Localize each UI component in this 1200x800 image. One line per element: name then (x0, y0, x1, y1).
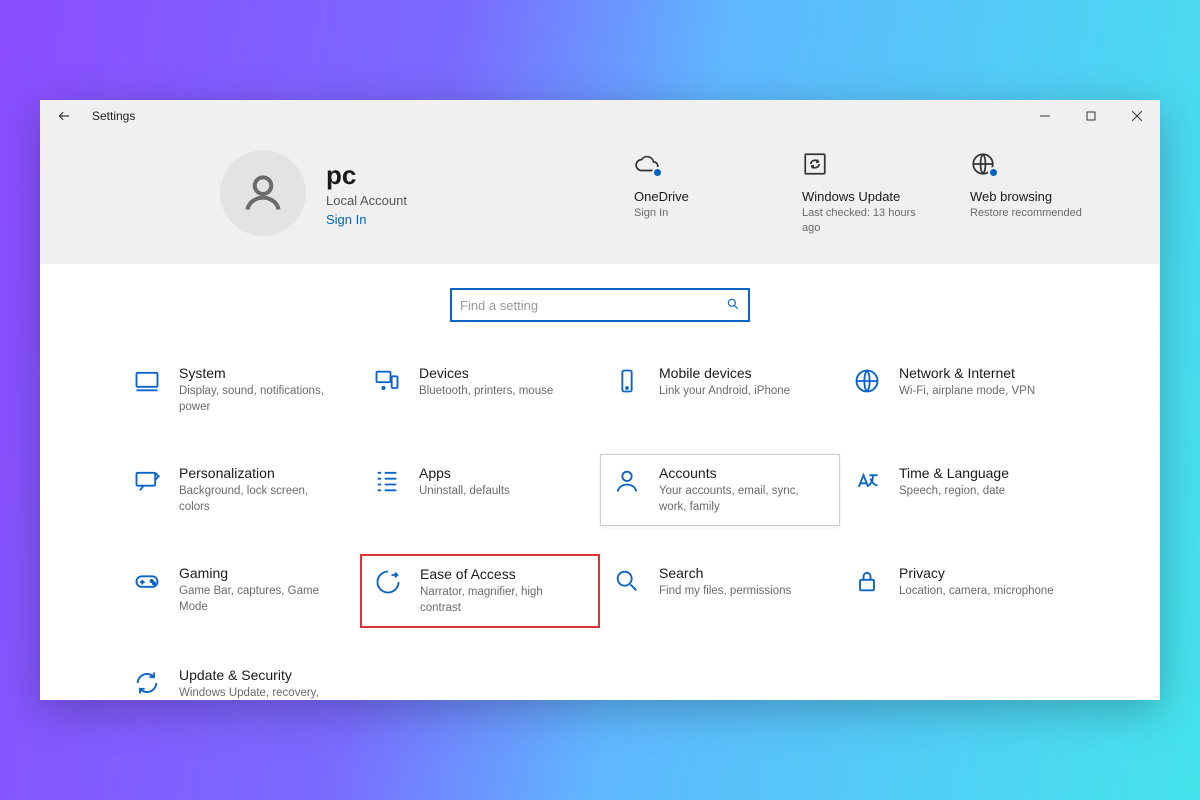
lock-icon (853, 565, 885, 600)
tile-title: Devices (419, 365, 553, 381)
tile-accounts[interactable]: Accounts Your accounts, email, sync, work… (600, 454, 840, 526)
tile-title: Apps (419, 465, 510, 481)
account-name: pc (326, 160, 407, 191)
phone-icon (613, 365, 645, 400)
tile-title: Update & Security (179, 667, 339, 683)
back-button[interactable] (40, 100, 88, 132)
onedrive-card[interactable]: OneDrive Sign In (634, 151, 754, 235)
tile-sub: Wi-Fi, airplane mode, VPN (899, 384, 1035, 400)
update-title: Windows Update (802, 189, 922, 204)
tile-network[interactable]: Network & Internet Wi-Fi, airplane mode, … (840, 354, 1080, 426)
tile-sub: Background, lock screen, colors (179, 484, 339, 515)
onedrive-sub: Sign In (634, 206, 754, 220)
status-badge (988, 167, 999, 178)
search-input[interactable] (460, 298, 726, 313)
tile-sub: Display, sound, notifications, power (179, 384, 339, 415)
tile-time-language[interactable]: Time & Language Speech, region, date (840, 454, 1080, 526)
tile-sub: Game Bar, captures, Game Mode (179, 584, 339, 615)
tile-gaming[interactable]: Gaming Game Bar, captures, Game Mode (120, 554, 360, 628)
web-title: Web browsing (970, 189, 1090, 204)
tile-title: Time & Language (899, 465, 1009, 481)
tile-sub: Your accounts, email, sync, work, family (659, 484, 819, 515)
tile-sub: Windows Update, recovery, backup (179, 686, 339, 700)
search-icon (726, 297, 740, 314)
tile-personalization[interactable]: Personalization Background, lock screen, … (120, 454, 360, 526)
account-type: Local Account (326, 193, 407, 208)
tile-ease-of-access[interactable]: Ease of Access Narrator, magnifier, high … (360, 554, 600, 628)
window-controls (1022, 100, 1160, 132)
accessibility-icon (374, 566, 406, 601)
close-button[interactable] (1114, 100, 1160, 132)
avatar[interactable] (220, 150, 306, 236)
minimize-button[interactable] (1022, 100, 1068, 132)
tile-sub: Bluetooth, printers, mouse (419, 384, 553, 400)
maximize-button[interactable] (1068, 100, 1114, 132)
settings-grid: System Display, sound, notifications, pow… (40, 354, 1160, 700)
settings-body: System Display, sound, notifications, pow… (40, 264, 1160, 700)
web-browsing-card[interactable]: Web browsing Restore recommended (970, 151, 1090, 235)
tile-apps[interactable]: Apps Uninstall, defaults (360, 454, 600, 526)
tile-sub: Link your Android, iPhone (659, 384, 790, 400)
person-icon (613, 465, 645, 500)
titlebar: Settings (40, 100, 1160, 132)
update-icon (802, 151, 828, 182)
tile-sub: Location, camera, microphone (899, 584, 1054, 600)
globe-icon (853, 365, 885, 400)
tile-title: Gaming (179, 565, 339, 581)
settings-window: Settings pc Local Account Sign In OneDri… (40, 100, 1160, 700)
paintbrush-icon (133, 465, 165, 500)
account-info: pc Local Account Sign In (326, 160, 407, 227)
tile-title: Accounts (659, 465, 819, 481)
tile-title: Ease of Access (420, 566, 580, 582)
tile-title: Personalization (179, 465, 339, 481)
signin-link[interactable]: Sign In (326, 212, 407, 227)
tile-sub: Narrator, magnifier, high contrast (420, 585, 580, 616)
tile-sub: Speech, region, date (899, 484, 1009, 500)
tile-title: Search (659, 565, 791, 581)
window-title: Settings (88, 109, 135, 123)
system-icon (133, 365, 165, 400)
sync-icon (133, 667, 165, 700)
tile-sub: Find my files, permissions (659, 584, 791, 600)
web-sub: Restore recommended (970, 206, 1090, 220)
tile-privacy[interactable]: Privacy Location, camera, microphone (840, 554, 1080, 628)
account-header: pc Local Account Sign In OneDrive Sign I… (40, 132, 1160, 264)
tile-search[interactable]: Search Find my files, permissions (600, 554, 840, 628)
onedrive-title: OneDrive (634, 189, 754, 204)
tile-title: Mobile devices (659, 365, 790, 381)
update-sub: Last checked: 13 hours ago (802, 206, 922, 235)
language-icon (853, 465, 885, 500)
status-badge (652, 167, 663, 178)
tile-title: System (179, 365, 339, 381)
tile-update-security[interactable]: Update & Security Windows Update, recover… (120, 656, 360, 700)
search-icon (613, 565, 645, 600)
tile-mobile[interactable]: Mobile devices Link your Android, iPhone (600, 354, 840, 426)
search-box[interactable] (450, 288, 750, 322)
tile-system[interactable]: System Display, sound, notifications, pow… (120, 354, 360, 426)
tile-title: Network & Internet (899, 365, 1035, 381)
tile-sub: Uninstall, defaults (419, 484, 510, 500)
apps-icon (373, 465, 405, 500)
windows-update-card[interactable]: Windows Update Last checked: 13 hours ag… (802, 151, 922, 235)
tile-devices[interactable]: Devices Bluetooth, printers, mouse (360, 354, 600, 426)
devices-icon (373, 365, 405, 400)
tile-title: Privacy (899, 565, 1054, 581)
gamepad-icon (133, 565, 165, 600)
